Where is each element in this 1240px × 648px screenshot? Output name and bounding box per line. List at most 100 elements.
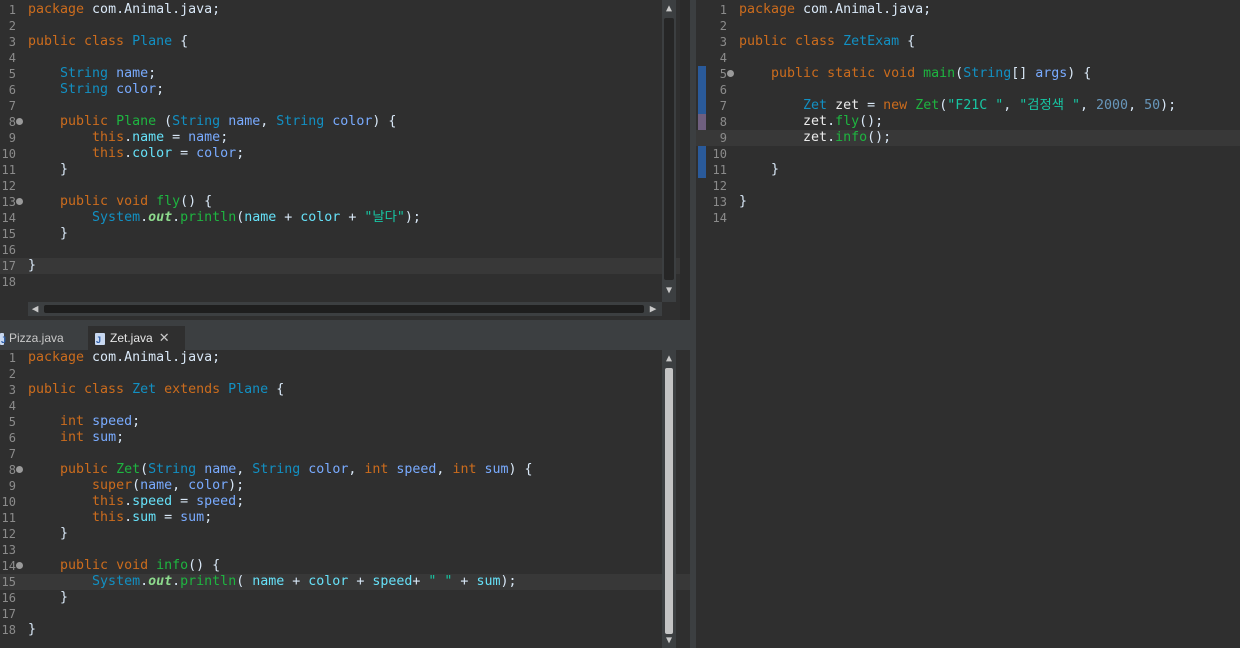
code-line[interactable]: 5 public static void main(String[] args)… — [696, 66, 1240, 82]
scroll-down-icon[interactable]: ▼ — [662, 634, 676, 648]
code-line[interactable]: 10 — [696, 146, 1240, 162]
code-line[interactable]: 3 public class Zet extends Plane { — [0, 382, 690, 398]
scroll-thumb[interactable] — [664, 18, 674, 280]
code-token: ( — [236, 574, 253, 589]
plane-editor-pane[interactable]: 1 package com.Animal.java; 2 3 public class … — [0, 0, 680, 320]
scroll-down-icon[interactable]: ▼ — [662, 284, 676, 298]
plane-code-editor[interactable]: 1 package com.Animal.java; 2 3 public class … — [0, 2, 680, 290]
code-line[interactable]: 11 } — [696, 162, 1240, 178]
code-line[interactable]: 16 — [0, 242, 680, 258]
zetexam-editor-pane[interactable]: 1 package com.Animal.java; 2 3 public class … — [696, 0, 1240, 648]
scroll-up-icon[interactable]: ▲ — [662, 2, 676, 16]
scroll-right-icon[interactable]: ▶ — [646, 302, 660, 316]
code-line[interactable]: 2 — [696, 18, 1240, 34]
code-line[interactable]: 12 — [0, 178, 680, 194]
code-line[interactable]: 6 — [696, 82, 1240, 98]
code-text: int speed; — [28, 414, 140, 430]
code-line[interactable]: 12 — [696, 178, 1240, 194]
code-line[interactable]: 3 public class ZetExam { — [696, 34, 1240, 50]
fold-toggle-icon[interactable] — [727, 70, 734, 77]
scroll-thumb[interactable] — [665, 368, 673, 634]
code-token: 50 — [1144, 98, 1161, 113]
fold-toggle-icon[interactable] — [16, 466, 23, 473]
code-line[interactable]: 10 this.speed = speed; — [0, 494, 690, 510]
code-line[interactable]: 6 String color; — [0, 82, 680, 98]
code-line[interactable]: 15 System.out.println( name + color + sp… — [0, 574, 690, 590]
code-token: } — [28, 622, 37, 637]
code-line[interactable]: 17} — [0, 258, 680, 274]
code-line[interactable]: 9 zet.info(); — [696, 130, 1240, 146]
tab-pizza[interactable]: Pizza.java — [0, 326, 84, 352]
code-token: . — [124, 494, 133, 509]
plane-vertical-scrollbar[interactable]: ▲ ▼ — [662, 0, 676, 302]
code-line[interactable]: 7 — [0, 446, 690, 462]
scroll-thumb[interactable] — [44, 305, 644, 313]
code-line[interactable]: 16 } — [0, 590, 690, 606]
code-line[interactable]: 4 — [0, 50, 680, 66]
code-line[interactable]: 15 } — [0, 226, 680, 242]
code-line[interactable]: 14 public void info() { — [0, 558, 690, 574]
code-token: "날다" — [364, 210, 405, 225]
scroll-left-icon[interactable]: ◀ — [28, 302, 42, 316]
code-line[interactable]: 13 — [0, 542, 690, 558]
code-text: } — [739, 162, 779, 178]
code-line[interactable]: 4 — [696, 50, 1240, 66]
zet-editor-pane[interactable]: Pizza.java Zet.java ✕ 1 package com.Animal… — [0, 324, 690, 648]
code-line[interactable]: 1 package com.Animal.java; — [0, 2, 680, 18]
code-line[interactable]: 7 — [0, 98, 680, 114]
scroll-up-icon[interactable]: ▲ — [662, 352, 676, 366]
code-token: ( — [132, 478, 141, 493]
code-token: "검정색 " — [1019, 98, 1081, 113]
code-line[interactable]: 5 String name; — [0, 66, 680, 82]
fold-toggle-icon[interactable] — [16, 562, 23, 569]
code-line[interactable]: 17 — [0, 606, 690, 622]
code-line[interactable]: 2 — [0, 18, 680, 34]
code-token: com.Animal.java; — [84, 350, 221, 365]
zetexam-code-editor[interactable]: 1 package com.Animal.java; 2 3 public class … — [696, 2, 1240, 226]
code-token: name — [252, 574, 285, 589]
tab-zet[interactable]: Zet.java ✕ — [88, 326, 185, 352]
code-line[interactable]: 8 zet.fly(); — [696, 114, 1240, 130]
code-text: } — [28, 226, 68, 242]
code-token: color — [308, 574, 349, 589]
fold-toggle-icon[interactable] — [16, 118, 23, 125]
code-line[interactable]: 8 public Zet(String name, String color, … — [0, 462, 690, 478]
code-line[interactable]: 1 package com.Animal.java; — [0, 350, 690, 366]
close-icon[interactable]: ✕ — [159, 326, 170, 350]
code-line[interactable]: 13 public void fly() { — [0, 194, 680, 210]
line-number: 5 — [8, 67, 16, 81]
fold-toggle-icon[interactable] — [16, 198, 23, 205]
code-line[interactable]: 10 this.color = color; — [0, 146, 680, 162]
code-line[interactable]: 8 public Plane (String name, String colo… — [0, 114, 680, 130]
code-line[interactable]: 14 — [696, 210, 1240, 226]
code-token: ; — [116, 430, 125, 445]
code-line[interactable]: 18} — [0, 622, 690, 638]
zet-vertical-scrollbar[interactable]: ▲ ▼ — [662, 350, 676, 648]
line-number: 4 — [8, 51, 16, 65]
code-text: this.sum = sum; — [28, 510, 212, 526]
code-line[interactable]: 9 this.name = name; — [0, 130, 680, 146]
code-line[interactable]: 12 } — [0, 526, 690, 542]
plane-horizontal-scrollbar[interactable]: ◀ ▶ — [28, 302, 662, 316]
code-line[interactable]: 11 this.sum = sum; — [0, 510, 690, 526]
code-line[interactable]: 1 package com.Animal.java; — [696, 2, 1240, 18]
code-line[interactable]: 5 int speed; — [0, 414, 690, 430]
code-token: sum — [92, 430, 117, 445]
code-token: = — [172, 146, 197, 161]
code-line[interactable]: 6 int sum; — [0, 430, 690, 446]
code-line[interactable]: 11 } — [0, 162, 680, 178]
code-line[interactable]: 14 System.out.println(name + color + "날다… — [0, 210, 680, 226]
code-line[interactable]: 13} — [696, 194, 1240, 210]
code-line[interactable]: 9 super(name, color); — [0, 478, 690, 494]
code-token: String — [252, 462, 301, 477]
code-line[interactable]: 7 Zet zet = new Zet("F21C ", "검정색 ", 200… — [696, 98, 1240, 114]
code-line[interactable]: 18 — [0, 274, 680, 290]
code-line[interactable]: 3 public class Plane { — [0, 34, 680, 50]
code-line[interactable]: 2 — [0, 366, 690, 382]
zet-code-editor[interactable]: 1 package com.Animal.java; 2 3 public class … — [0, 350, 690, 638]
code-line[interactable]: 4 — [0, 398, 690, 414]
line-number: 11 — [712, 163, 727, 177]
code-token: name — [204, 462, 237, 477]
code-token: int — [60, 430, 85, 445]
